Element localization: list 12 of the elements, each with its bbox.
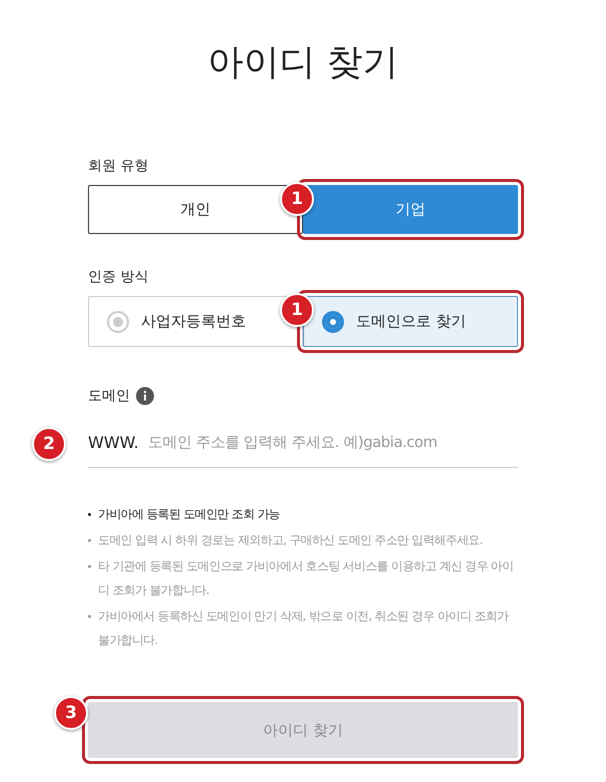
notice-text: 도메인 입력 시 하위 경로는 제외하고, 구매하신 도메인 주소만 입력해주세요.: [88, 528, 518, 552]
auth-method-label: 인증 방식: [88, 268, 150, 286]
domain-label: 도메인: [88, 387, 130, 405]
domain-prefix: WWW.: [88, 432, 140, 452]
info-icon[interactable]: [136, 387, 154, 405]
page-title: 아이디 찾기: [206, 41, 400, 85]
member-type-label: 회원 유형: [88, 157, 150, 175]
callout-badge: 2: [32, 427, 66, 461]
callout-badge: 3: [54, 696, 88, 730]
notice-text: 타 기관에 등록된 도메인으로 가비아에서 호스팅 서비스를 이용하고 계신 경우 아이디 조회가 불가합니다.: [88, 554, 518, 602]
notice-text: 가비아에서 등록하신 도메인이 만기 삭제, 밖으로 이전, 취소된 경우 아이디 조회가 불가합니다.: [88, 604, 518, 652]
notice-text: 가비아에 등록된 도메인만 조회 가능: [88, 502, 518, 526]
